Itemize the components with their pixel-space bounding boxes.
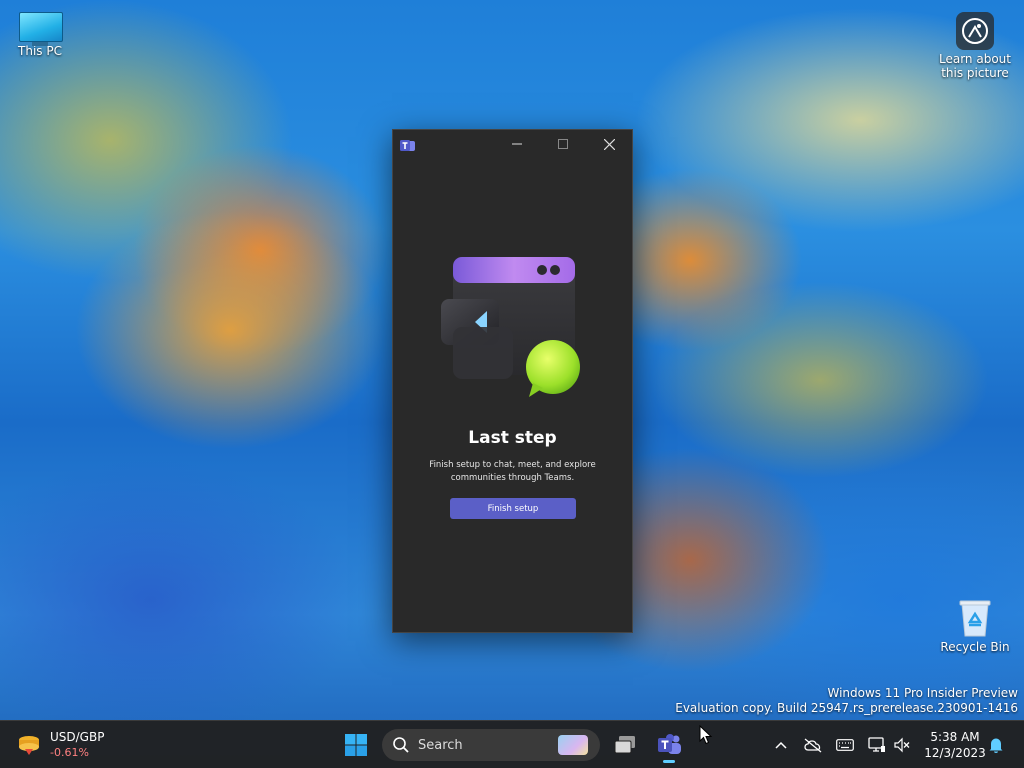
widget-change: -0.61% [50, 746, 89, 759]
clock-date: 12/3/2023 [924, 746, 986, 760]
touch-keyboard-button[interactable] [835, 735, 855, 755]
learn-picture-icon [956, 12, 994, 50]
minimize-icon [512, 143, 522, 145]
taskbar-teams-button[interactable] [651, 727, 687, 763]
search-placeholder: Search [418, 737, 463, 753]
widget-symbol: USD/GBP [50, 730, 105, 744]
desktop-icon-learn-about-picture[interactable]: Learn about this picture [935, 12, 1015, 80]
volume-button[interactable] [892, 735, 912, 755]
evaluation-watermark: Windows 11 Pro Insider Preview Evaluatio… [675, 686, 1018, 716]
cloud-off-icon [804, 738, 822, 753]
system-clock[interactable]: 5:38 AM 12/3/2023 [920, 729, 990, 761]
watermark-line-build: Evaluation copy. Build 25947.rs_prerelea… [675, 701, 1018, 715]
show-hidden-icons-button[interactable] [771, 735, 791, 755]
close-icon [603, 138, 615, 150]
task-view-button[interactable] [607, 727, 643, 763]
clock-time: 5:38 AM [930, 730, 980, 744]
network-button[interactable] [867, 735, 887, 755]
this-pc-icon [19, 12, 63, 46]
volume-muted-icon [894, 737, 910, 753]
currency-icon [19, 736, 39, 755]
setup-illustration [441, 255, 586, 400]
bell-icon [989, 738, 1003, 753]
watermark-line-edition: Windows 11 Pro Insider Preview [827, 686, 1018, 700]
desktop-icon-label: This PC [18, 44, 62, 58]
finish-setup-button[interactable]: Finish setup [450, 498, 576, 519]
notifications-button[interactable] [986, 735, 1006, 755]
onedrive-button[interactable] [803, 735, 823, 755]
taskbar: USD/GBP -0.61% Search 5:38 AM 12/3/2023 [0, 720, 1024, 768]
teams-icon [658, 734, 681, 754]
setup-description: Finish setup to chat, meet, and explore … [429, 460, 596, 483]
maximize-icon [558, 139, 568, 149]
active-indicator [663, 760, 675, 763]
keyboard-icon [836, 739, 854, 751]
teams-setup-window: Last step Finish setup to chat, meet, an… [392, 129, 633, 633]
window-titlebar[interactable] [393, 130, 632, 158]
maximize-button[interactable] [540, 130, 586, 158]
desktop-icon-this-pc[interactable]: This PC [0, 12, 80, 58]
chevron-up-icon [775, 741, 787, 749]
search-icon [393, 737, 409, 753]
desktop-icon-recycle-bin[interactable]: Recycle Bin [935, 598, 1015, 654]
taskbar-search[interactable]: Search [382, 729, 600, 761]
recycle-bin-icon [958, 598, 992, 638]
mouse-cursor-icon [699, 724, 713, 749]
close-button[interactable] [586, 130, 632, 158]
task-view-icon [614, 736, 635, 754]
setup-heading: Last step [468, 428, 557, 448]
teams-logo-icon [400, 137, 415, 151]
weather-widget-stock[interactable]: USD/GBP -0.61% [16, 729, 104, 761]
search-highlight-icon [558, 735, 588, 755]
minimize-button[interactable] [494, 130, 540, 158]
desktop-icon-label: Recycle Bin [940, 640, 1010, 654]
desktop: This PC Learn about this picture Recycle… [0, 0, 1024, 768]
start-button[interactable] [338, 727, 374, 763]
network-icon [868, 737, 885, 752]
windows-logo-icon [345, 734, 367, 756]
desktop-icon-label: Learn about this picture [939, 52, 1011, 80]
